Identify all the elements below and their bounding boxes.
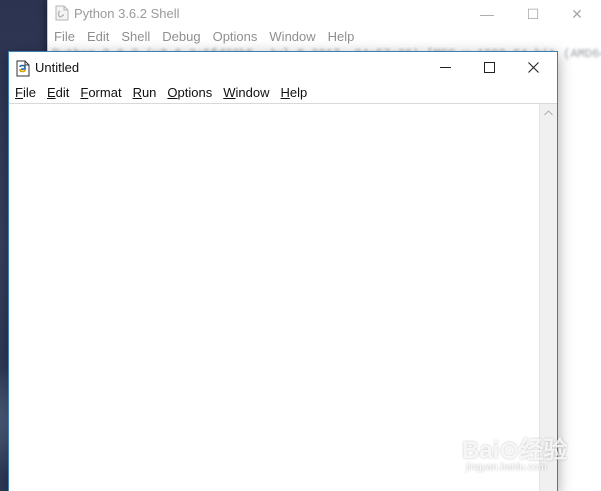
editor-minimize-button[interactable] xyxy=(423,52,467,82)
scroll-up-arrow-icon[interactable] xyxy=(540,104,557,121)
shell-maximize-button[interactable]: ☐ xyxy=(510,0,556,28)
menu-format[interactable]: Format xyxy=(74,82,126,103)
menu-help[interactable]: Help xyxy=(275,82,313,103)
shell-titlebar[interactable]: Python 3.6.2 Shell — ☐ ✕ xyxy=(48,0,601,28)
menu-edit[interactable]: Edit xyxy=(41,82,74,103)
editor-close-button[interactable] xyxy=(511,52,555,82)
shell-menu-edit[interactable]: Edit xyxy=(81,28,115,46)
menu-window[interactable]: Window xyxy=(217,82,274,103)
shell-window-title: Python 3.6.2 Shell xyxy=(74,6,180,21)
shell-menu-help[interactable]: Help xyxy=(322,28,361,46)
menu-run[interactable]: Run xyxy=(127,82,162,103)
close-icon xyxy=(527,61,539,73)
minimize-icon xyxy=(439,66,451,68)
menu-options[interactable]: Options xyxy=(161,82,217,103)
shell-menu-shell[interactable]: Shell xyxy=(115,28,156,46)
editor-menubar: File Edit Format Run Options Window Help xyxy=(9,82,557,104)
menu-file[interactable]: File xyxy=(9,82,41,103)
maximize-icon xyxy=(483,61,495,73)
shell-menu-window[interactable]: Window xyxy=(263,28,321,46)
shell-close-button[interactable]: ✕ xyxy=(554,0,600,28)
python-idle-icon xyxy=(55,5,69,21)
shell-minimize-button[interactable]: — xyxy=(464,0,510,28)
code-editor-area[interactable] xyxy=(9,104,540,491)
editor-titlebar[interactable]: Untitled xyxy=(9,52,557,82)
shell-menu-file[interactable]: File xyxy=(48,28,81,46)
close-icon: ✕ xyxy=(571,5,583,22)
baidu-jingyan-watermark: Bai⊙经验 jingyan.baidu.com xyxy=(462,424,592,480)
minimize-icon: — xyxy=(480,6,494,22)
python-idle-icon xyxy=(16,60,30,77)
watermark-url: jingyan.baidu.com xyxy=(466,462,547,473)
shell-menubar: File Edit Shell Debug Options Window Hel… xyxy=(48,28,601,46)
shell-menu-options[interactable]: Options xyxy=(207,28,264,46)
editor-window-title: Untitled xyxy=(35,60,80,75)
shell-menu-debug[interactable]: Debug xyxy=(156,28,206,46)
editor-maximize-button[interactable] xyxy=(467,52,511,82)
maximize-icon: ☐ xyxy=(526,5,540,22)
watermark-logo: Bai⊙经验 xyxy=(462,437,568,464)
